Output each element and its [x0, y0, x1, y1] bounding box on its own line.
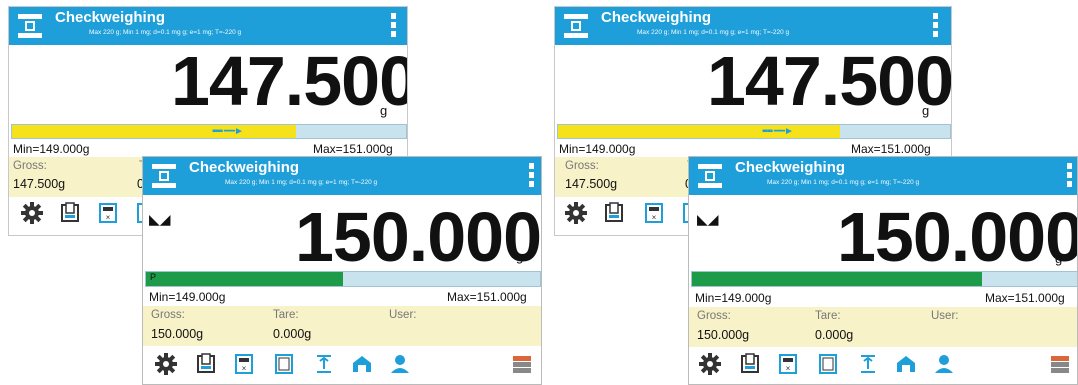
calculator-icon[interactable]: ×: [775, 351, 801, 377]
function-toolbar: ×: [689, 351, 1077, 384]
header-bar: Checkweighing Max 220 g; Min 1 mg; d=0.1…: [9, 7, 407, 45]
scale-app-icon[interactable]: [149, 162, 179, 190]
mode-title: Checkweighing: [189, 159, 300, 176]
menu-dots-icon[interactable]: [1066, 163, 1074, 189]
checkweighing-screen-front-left: Checkweighing Max 220 g; Min 1 mg; d=0.1…: [142, 156, 542, 385]
mode-title: Checkweighing: [735, 159, 846, 176]
gross-label: Gross:: [151, 309, 185, 321]
gross-value: 150.000g: [151, 327, 204, 341]
user-label: User:: [931, 310, 959, 322]
tare-label: Tare:: [815, 310, 841, 322]
stacked-calculator-icon[interactable]: [815, 351, 841, 377]
gross-label: Gross:: [565, 160, 599, 172]
header-bar: Checkweighing Max 220 g; Min 1 mg; d=0.1…: [689, 157, 1077, 195]
warehouse-icon[interactable]: [349, 351, 375, 377]
settings-icon[interactable]: [563, 200, 589, 226]
gross-label: Gross:: [13, 160, 47, 172]
settings-icon[interactable]: [697, 351, 723, 377]
checkweigh-bar-fill: [558, 125, 841, 138]
scale-spec-line: Max 220 g; Min 1 mg; d=0.1 mg g; e=1 mg;…: [89, 29, 242, 36]
user-label: User:: [389, 309, 417, 321]
scale-app-icon[interactable]: [15, 12, 45, 40]
database-icon[interactable]: [1047, 351, 1073, 377]
max-threshold: Max=151.000g: [851, 142, 931, 156]
gross-label: Gross:: [697, 310, 731, 322]
min-threshold: Min=149.000g: [149, 290, 226, 304]
mode-title: Checkweighing: [601, 9, 712, 26]
print-icon[interactable]: [601, 200, 627, 226]
function-toolbar: ×: [143, 351, 541, 384]
header-bar: Checkweighing Max 220 g; Min 1 mg; d=0.1…: [555, 7, 951, 45]
svg-text:×: ×: [786, 364, 791, 373]
print-icon[interactable]: [737, 351, 763, 377]
checkweigh-bar: [691, 271, 1077, 287]
svg-text:×: ×: [242, 364, 247, 373]
menu-dots-icon[interactable]: [528, 163, 536, 189]
tare-icon[interactable]: [311, 351, 337, 377]
info-panel: Gross: 150.000g Tare: 0.000g User:: [689, 307, 1077, 347]
max-threshold: Max=151.000g: [313, 142, 393, 156]
calculator-icon[interactable]: ×: [231, 351, 257, 377]
stability-marker-icon: ◣◢: [149, 211, 171, 227]
tare-label: Tare:: [273, 309, 299, 321]
weight-reading: 150.000: [837, 198, 1078, 276]
stability-marker-icon: ◣◢: [697, 211, 719, 227]
weight-reading: 150.000: [295, 198, 542, 276]
weight-reading: 147.500: [171, 42, 408, 120]
checkweigh-bar: ▪▪▪▪ ━━►: [11, 124, 407, 139]
tare-value: 0.000g: [273, 327, 312, 341]
calculator-icon[interactable]: ×: [641, 200, 667, 226]
scale-app-icon[interactable]: [695, 162, 725, 190]
checkweigh-bar-fill: [692, 272, 982, 286]
scale-spec-line: Max 220 g; Min 1 mg; d=0.1 mg g; e=1 mg;…: [637, 29, 790, 36]
min-threshold: Min=149.000g: [559, 142, 636, 156]
stacked-calculator-icon[interactable]: [271, 351, 297, 377]
menu-dots-icon[interactable]: [390, 13, 398, 39]
scale-spec-line: Max 220 g; Min 1 mg; d=0.1 mg g; e=1 mg;…: [225, 179, 378, 186]
checkweigh-bar-fill: [12, 125, 296, 138]
user-icon[interactable]: [387, 351, 413, 377]
direction-arrow-icon: ▪▪▪▪ ━━►: [762, 126, 794, 137]
direction-arrow-icon: ▪▪▪▪ ━━►: [212, 126, 244, 137]
tare-icon[interactable]: [855, 351, 881, 377]
max-threshold: Max=151.000g: [985, 291, 1065, 305]
scale-spec-line: Max 220 g; Min 1 mg; d=0.1 mg g; e=1 mg;…: [767, 179, 920, 186]
weight-unit: g: [380, 103, 388, 118]
print-icon[interactable]: [193, 351, 219, 377]
checkweigh-bar: ▪▪▪▪ ━━►: [557, 124, 951, 139]
header-bar: Checkweighing Max 220 g; Min 1 mg; d=0.1…: [143, 157, 541, 195]
calculator-icon[interactable]: ×: [95, 200, 121, 226]
bar-marker: P: [150, 272, 157, 282]
checkweigh-bar: P: [145, 271, 541, 287]
checkweigh-bar-fill: [146, 272, 343, 286]
svg-text:×: ×: [652, 213, 657, 222]
print-icon[interactable]: [57, 200, 83, 226]
info-panel: Gross: 150.000g Tare: 0.000g User:: [143, 306, 541, 346]
weight-unit: g: [516, 249, 524, 264]
min-threshold: Min=149.000g: [695, 291, 772, 305]
weight-unit: g: [922, 103, 930, 118]
mode-title: Checkweighing: [55, 9, 166, 26]
min-threshold: Min=149.000g: [13, 142, 90, 156]
gross-value: 147.500g: [13, 177, 66, 191]
max-threshold: Max=151.000g: [447, 290, 527, 304]
scale-app-icon[interactable]: [561, 12, 591, 40]
gross-value: 150.000g: [697, 328, 750, 342]
user-icon[interactable]: [931, 351, 957, 377]
settings-icon[interactable]: [153, 351, 179, 377]
weight-reading: 147.500: [707, 42, 952, 120]
database-icon[interactable]: [509, 351, 535, 377]
checkweighing-screen-front-right: Checkweighing Max 220 g; Min 1 mg; d=0.1…: [688, 156, 1078, 385]
settings-icon[interactable]: [19, 200, 45, 226]
weight-unit: g: [1055, 251, 1063, 266]
warehouse-icon[interactable]: [893, 351, 919, 377]
menu-dots-icon[interactable]: [932, 13, 940, 39]
gross-value: 147.500g: [565, 177, 618, 191]
svg-text:×: ×: [106, 213, 111, 222]
tare-value: 0.000g: [815, 328, 854, 342]
